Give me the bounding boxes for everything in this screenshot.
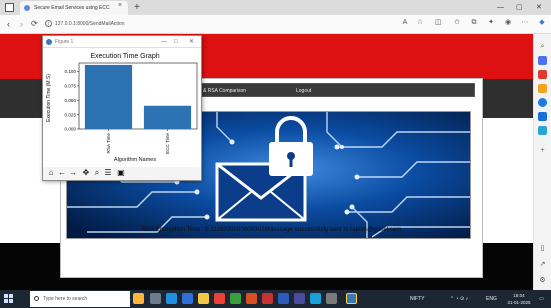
figure-window[interactable]: Figure 1 — □ ✕ Execution Time Graph Exec… <box>42 35 202 181</box>
excel-icon[interactable] <box>230 293 241 304</box>
home-icon[interactable]: ⌂ <box>46 168 56 178</box>
acrobat-icon[interactable] <box>262 293 273 304</box>
new-tab-button[interactable]: + <box>134 0 140 15</box>
language-indicator[interactable]: ENG <box>486 290 497 308</box>
chrome-icon[interactable] <box>214 293 225 304</box>
store-icon[interactable] <box>182 293 193 304</box>
extensions-icon[interactable]: ✦ <box>486 18 496 28</box>
favorites-icon[interactable]: ✩ <box>452 18 462 28</box>
teams-icon[interactable] <box>294 293 305 304</box>
search-icon <box>34 296 39 301</box>
tab-title: Secure Email Services using ECC <box>34 5 110 11</box>
favorite-star-icon[interactable]: ☆ <box>415 18 425 28</box>
pan-icon[interactable]: ✥ <box>81 168 91 178</box>
external-link-icon[interactable]: ↗ <box>538 260 547 269</box>
powerpoint-icon[interactable] <box>246 293 257 304</box>
figure-toolbar: ⌂ ← → ✥ ⌕ ☰ ▣ <box>43 167 201 180</box>
add-icon[interactable]: + <box>538 146 547 155</box>
y-tick-label: 0.100 <box>65 69 77 74</box>
tab-favicon-icon <box>24 5 30 11</box>
edge-icon[interactable] <box>166 293 177 304</box>
result-message: RSA Encryption Time : 0.1116200000000302… <box>141 226 402 233</box>
search-icon[interactable]: ⌕ <box>538 42 547 51</box>
taskbar-search-placeholder: Type here to search <box>43 296 88 302</box>
games-icon[interactable] <box>538 84 547 93</box>
stock-ticker[interactable]: NIFTY <box>410 290 424 308</box>
cmd-icon[interactable] <box>326 293 337 304</box>
x-tick-label: ECC Time <box>165 133 170 154</box>
close-window-button[interactable]: ✕ <box>536 0 542 15</box>
browser-tab-bar: Secure Email Services using ECC × + — ▢ … <box>0 0 551 15</box>
chart-x-label: Algorithm Names <box>114 157 156 163</box>
y-tick-label: 0.025 <box>65 112 77 117</box>
figure-title-bar[interactable]: Figure 1 — □ ✕ <box>43 36 201 48</box>
maximize-button[interactable]: ▢ <box>516 0 523 15</box>
bar-ecc-time <box>143 105 192 129</box>
clock[interactable]: 16:04 21-01-2025 <box>504 292 534 306</box>
tools-icon[interactable] <box>538 70 547 79</box>
windows-start-icon[interactable] <box>4 294 14 304</box>
split-screen-icon[interactable]: ◫ <box>433 18 443 28</box>
taskbar-search-box[interactable]: Type here to search <box>30 291 130 307</box>
forward-button[interactable]: › <box>20 17 23 31</box>
reload-button[interactable]: ⟳ <box>31 17 38 31</box>
site-info-icon[interactable]: i <box>45 20 52 27</box>
clock-date: 21-01-2025 <box>507 300 531 305</box>
zoom-icon[interactable]: ⌕ <box>92 168 102 178</box>
drop-icon[interactable] <box>538 126 547 135</box>
profile-icon[interactable]: ◉ <box>503 18 513 28</box>
read-aloud-icon[interactable]: A <box>400 18 410 28</box>
settings-gear-icon[interactable]: ⚙ <box>538 276 547 285</box>
minimize-button[interactable]: — <box>497 0 504 15</box>
configure-icon[interactable]: ☰ <box>103 168 113 178</box>
figure-maximize-button[interactable]: □ <box>174 36 178 48</box>
shopping-icon[interactable] <box>538 56 547 65</box>
copilot-icon[interactable]: ◆ <box>537 18 547 28</box>
outlook-icon[interactable] <box>538 112 547 121</box>
widgets-icon[interactable] <box>133 293 144 304</box>
save-icon[interactable]: ▣ <box>116 168 126 178</box>
mail-icon[interactable] <box>310 293 321 304</box>
chart-y-label: Execution Time (M.S) <box>46 74 52 122</box>
chart-plot-area: 0.000 0.025 0.050 0.075 0.100 RSA Time ECC Tim… <box>65 62 198 154</box>
tab-close-icon[interactable]: × <box>118 2 122 9</box>
python-icon <box>46 39 52 45</box>
python-taskbar-icon[interactable] <box>346 293 357 304</box>
address-bar-row: ‹ › ⟳ i 127.0.0.1:8000/SendMailAction A … <box>0 15 551 34</box>
browser-tab[interactable]: Secure Email Services using ECC <box>20 1 128 15</box>
url-field[interactable]: 127.0.0.1:8000/SendMailAction <box>55 19 125 29</box>
notification-icon[interactable]: ▭ <box>539 290 544 308</box>
bar-rsa-time <box>84 64 133 129</box>
y-tick-label: 0.075 <box>65 84 77 89</box>
microsoft365-icon[interactable] <box>538 98 547 107</box>
file-explorer-icon[interactable] <box>198 293 209 304</box>
figure-close-button[interactable]: ✕ <box>189 36 194 48</box>
task-view-icon[interactable] <box>150 293 161 304</box>
tray-icons[interactable]: ⌃ ◔ ⊙ ♪ <box>450 290 468 308</box>
clock-time: 16:04 <box>513 293 525 298</box>
collections-icon[interactable]: ⧉ <box>469 18 479 28</box>
x-tick-label: RSA Time <box>106 133 111 154</box>
back-icon[interactable]: ← <box>57 168 67 178</box>
back-button[interactable]: ‹ <box>7 17 10 31</box>
forward-icon[interactable]: → <box>68 168 78 178</box>
window-menu-icon[interactable] <box>5 3 14 12</box>
word-icon[interactable] <box>278 293 289 304</box>
more-menu-icon[interactable]: ⋯ <box>520 18 530 28</box>
figure-window-title: Figure 1 <box>55 39 74 45</box>
figure-minimize-button[interactable]: — <box>161 36 167 48</box>
execution-time-chart: Execution Time Graph Execution Time (M.S… <box>46 53 198 163</box>
menu-logout[interactable]: Logout <box>296 84 311 98</box>
windows-taskbar: Type here to search NIFTY ⌃ ◔ ⊙ ♪ ENG 16… <box>0 290 551 308</box>
sidebar-panel-icon[interactable]: ▯ <box>538 244 547 253</box>
y-tick-label: 0.000 <box>65 127 77 132</box>
chart-title: Execution Time Graph <box>90 53 159 60</box>
browser-sidebar: ⌕ + ▯ ↗ ⚙ <box>533 34 551 290</box>
y-tick-label: 0.050 <box>65 98 77 103</box>
